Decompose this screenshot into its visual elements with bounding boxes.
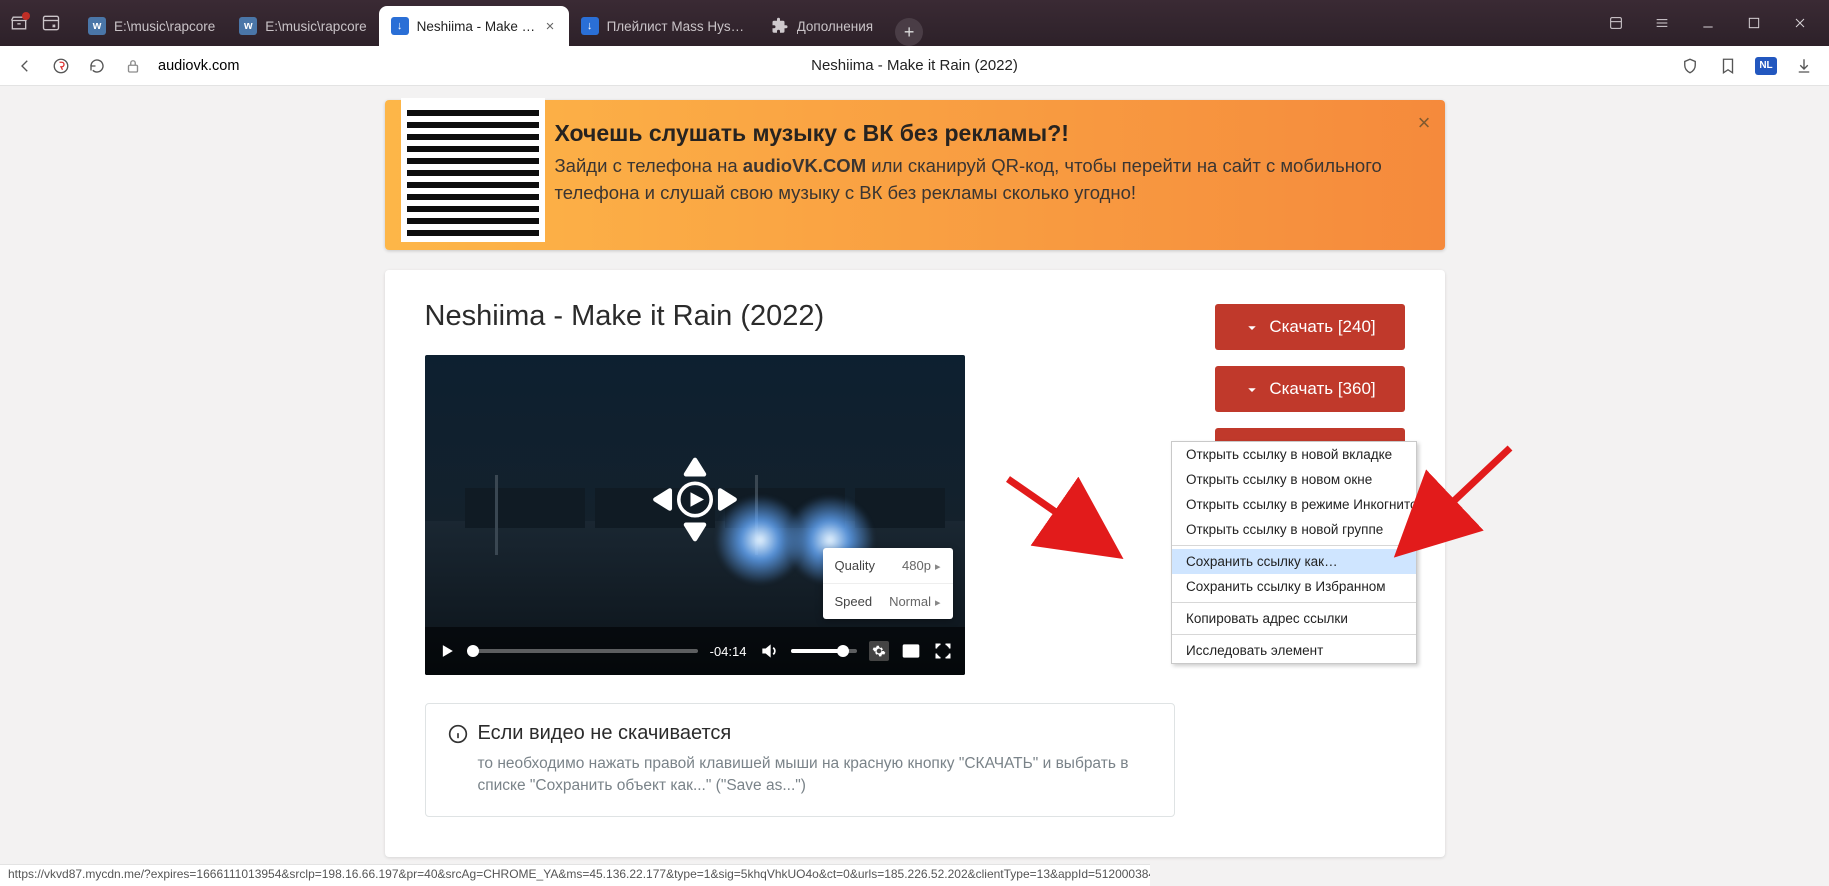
volume-slider[interactable]: [791, 649, 857, 653]
help-heading: Если видео не скачивается: [478, 722, 732, 745]
context-separator: [1172, 602, 1416, 603]
back-icon[interactable]: [14, 55, 36, 77]
yandex-home-icon[interactable]: [50, 55, 72, 77]
vk-favicon: w: [88, 17, 106, 35]
fullscreen-icon[interactable]: [933, 641, 953, 661]
download-button-360[interactable]: Скачать [360]: [1215, 366, 1405, 412]
tab-title: E:\music\rapcore: [265, 19, 366, 34]
banner-heading: Хочешь слушать музыку с ВК без рекламы?!: [555, 120, 1399, 147]
window-close-icon[interactable]: [1785, 8, 1815, 38]
download-favicon: ↓: [391, 17, 409, 35]
window-minimize-icon[interactable]: [1693, 8, 1723, 38]
play-icon[interactable]: [437, 641, 457, 661]
ctx-copy-link[interactable]: Копировать адрес ссылки: [1172, 606, 1416, 631]
banner-close-icon[interactable]: ×: [1418, 110, 1431, 136]
tab-title: E:\music\rapcore: [114, 19, 215, 34]
settings-speed-value: Normal: [889, 594, 931, 609]
tab-4[interactable]: Дополнения: [759, 6, 885, 46]
tab-3[interactable]: ↓ Плейлист Mass Hysteria (2: [569, 6, 759, 46]
tab-title: Neshiima - Make it Rain: [417, 19, 536, 34]
hamburger-menu-icon[interactable]: [1647, 8, 1677, 38]
viewport: Хочешь слушать музыку с ВК без рекламы?!…: [0, 86, 1829, 886]
url-text[interactable]: audiovk.com: [158, 58, 239, 74]
settings-speed-row[interactable]: Speed Normal ▸: [823, 583, 953, 619]
address-bar: audiovk.com Neshiima - Make it Rain (202…: [0, 46, 1829, 86]
content-title: Neshiima - Make it Rain (2022): [425, 300, 1175, 333]
settings-quality-row[interactable]: Quality 480p ▸: [823, 548, 953, 583]
chevron-right-icon: ▸: [935, 597, 941, 609]
store-icon[interactable]: [8, 12, 30, 34]
downloads-icon[interactable]: [1793, 55, 1815, 77]
window-maximize-icon[interactable]: [1739, 8, 1769, 38]
download-favicon: ↓: [581, 17, 599, 35]
ctx-open-incognito[interactable]: Открыть ссылку в режиме Инкогнито: [1172, 492, 1416, 517]
help-body: то необходимо нажать правой клавишей мыш…: [448, 753, 1152, 798]
browser-titlebar: w E:\music\rapcore w E:\music\rapcore ↓ …: [0, 0, 1829, 46]
status-bar: https://vkvd87.mycdn.me/?expires=1666111…: [0, 864, 1150, 886]
download-icon: [1243, 380, 1261, 398]
context-menu: Открыть ссылку в новой вкладке Открыть с…: [1171, 441, 1417, 664]
context-separator: [1172, 634, 1416, 635]
play-overlay-icon[interactable]: [650, 455, 740, 550]
player-controls: -04:14: [425, 627, 965, 675]
pip-icon[interactable]: [901, 641, 921, 661]
bookmark-icon[interactable]: [1717, 55, 1739, 77]
download-button-240[interactable]: Скачать [240]: [1215, 304, 1405, 350]
settings-speed-label: Speed: [835, 594, 873, 609]
tab-title: Дополнения: [797, 19, 873, 34]
help-card: Если видео не скачивается то необходимо …: [425, 703, 1175, 817]
video-player[interactable]: Quality 480p ▸ Speed Normal ▸: [425, 355, 965, 675]
download-icon: [1243, 318, 1261, 336]
puzzle-icon: [771, 17, 789, 35]
banner-text: Зайди с телефона на audioVK.COM или скан…: [555, 153, 1399, 207]
ctx-open-new-group[interactable]: Открыть ссылку в новой группе: [1172, 517, 1416, 542]
info-icon: [448, 724, 468, 744]
context-separator: [1172, 545, 1416, 546]
tab-2-active[interactable]: ↓ Neshiima - Make it Rain ×: [379, 6, 569, 46]
volume-icon[interactable]: [759, 641, 779, 661]
ctx-save-link-fav[interactable]: Сохранить ссылку в Избранном: [1172, 574, 1416, 599]
tab-close-icon[interactable]: ×: [543, 18, 556, 34]
lock-icon[interactable]: [122, 55, 144, 77]
settings-quality-label: Quality: [835, 558, 875, 573]
page-title: Neshiima - Make it Rain (2022): [811, 57, 1018, 74]
reload-icon[interactable]: [86, 55, 108, 77]
time-remaining: -04:14: [710, 644, 747, 659]
tab-title: Плейлист Mass Hysteria (2: [607, 19, 747, 34]
ctx-open-new-tab[interactable]: Открыть ссылку в новой вкладке: [1172, 442, 1416, 467]
settings-quality-value: 480p: [902, 558, 931, 573]
ctx-save-link-as[interactable]: Сохранить ссылку как…: [1172, 549, 1416, 574]
tab-strip: w E:\music\rapcore w E:\music\rapcore ↓ …: [76, 0, 1601, 46]
new-tab-button[interactable]: +: [895, 18, 923, 46]
shield-lock-icon[interactable]: [1679, 55, 1701, 77]
vk-favicon: w: [239, 17, 257, 35]
player-settings-popup[interactable]: Quality 480p ▸ Speed Normal ▸: [823, 548, 953, 619]
panel-icon[interactable]: [1601, 8, 1631, 38]
ctx-open-new-window[interactable]: Открыть ссылку в новом окне: [1172, 467, 1416, 492]
tab-1[interactable]: w E:\music\rapcore: [227, 6, 378, 46]
promo-banner: Хочешь слушать музыку с ВК без рекламы?!…: [385, 100, 1445, 250]
chevron-right-icon: ▸: [935, 561, 941, 573]
seek-bar[interactable]: [469, 649, 698, 653]
tab-0[interactable]: w E:\music\rapcore: [76, 6, 227, 46]
extension-badge[interactable]: NL: [1755, 57, 1777, 75]
qr-code: [401, 98, 545, 242]
gear-icon[interactable]: [869, 641, 889, 661]
sidebar-toggle-icon[interactable]: [40, 12, 62, 34]
ctx-inspect[interactable]: Исследовать элемент: [1172, 638, 1416, 663]
